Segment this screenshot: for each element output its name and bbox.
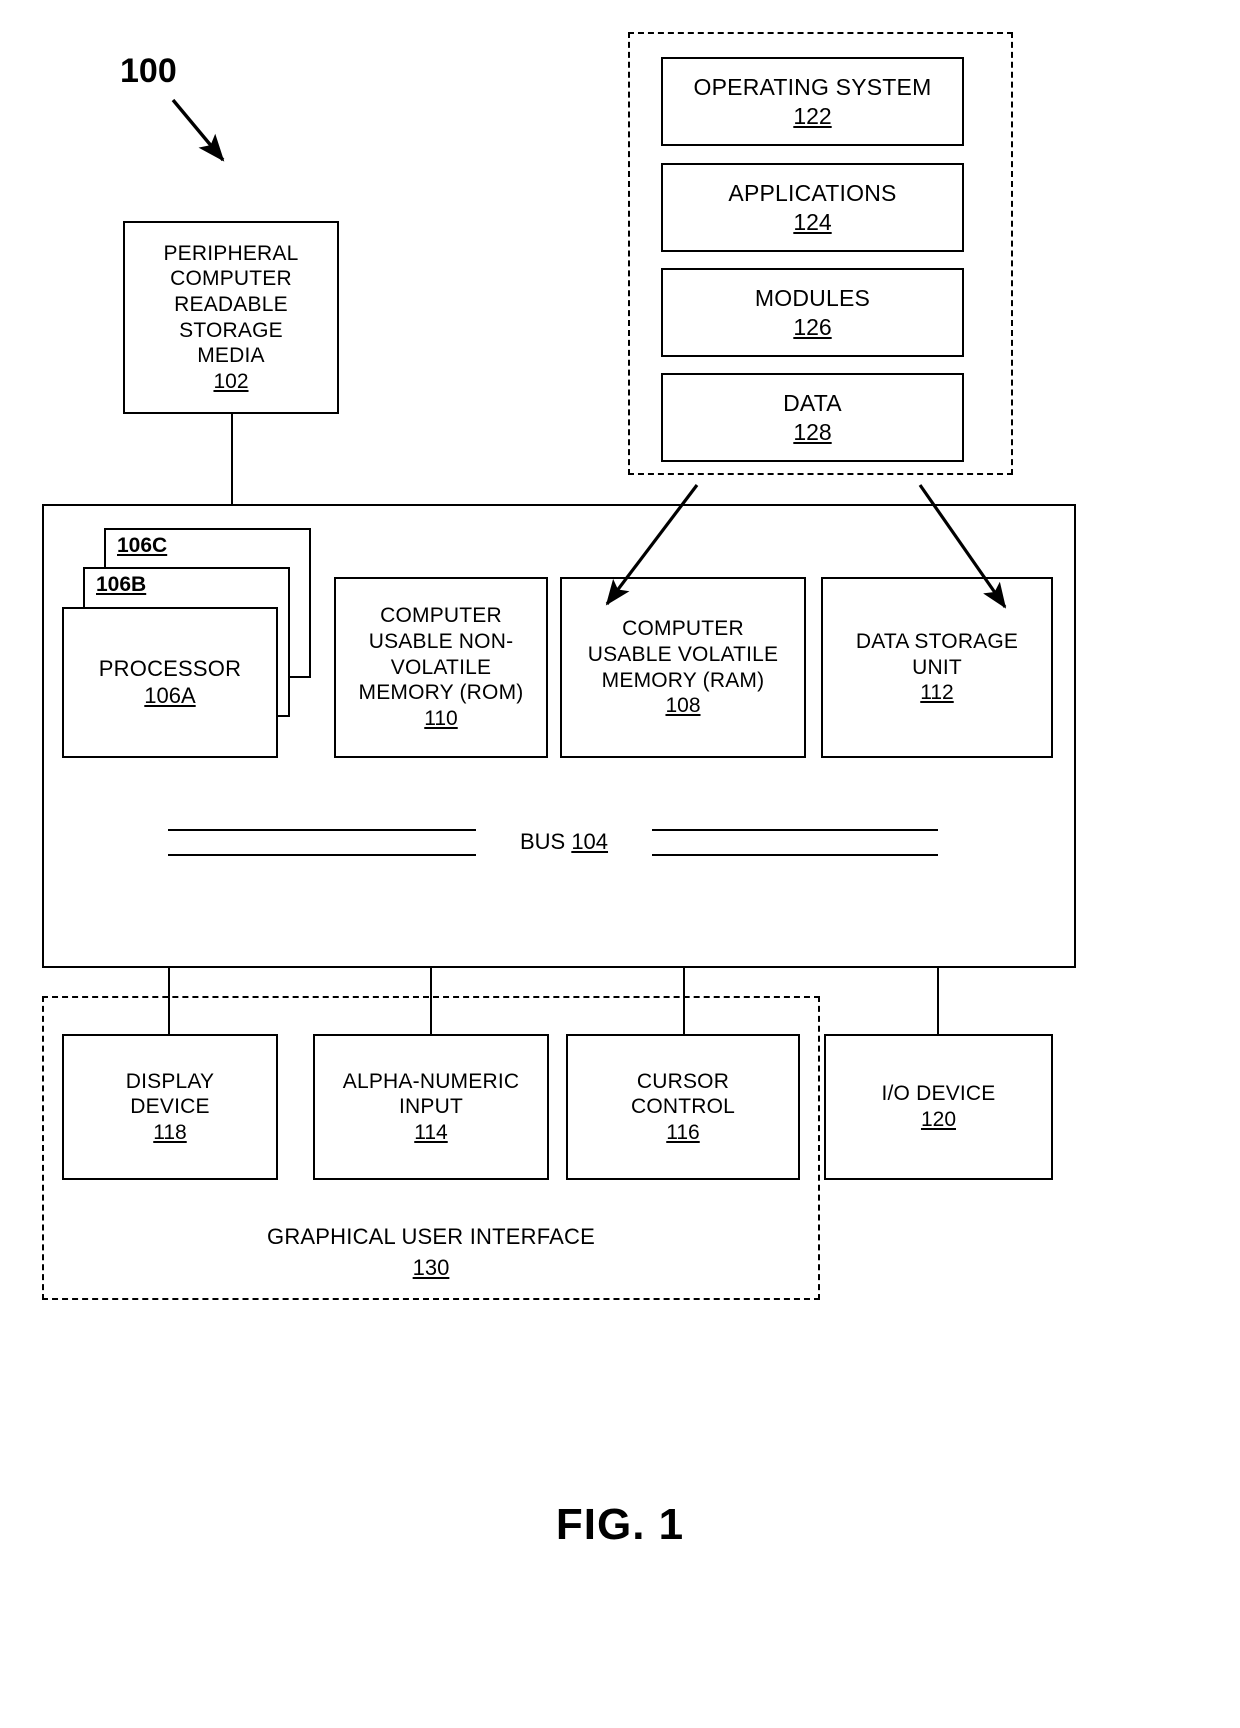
applications-label: APPLICATIONS — [728, 180, 897, 207]
applications-ref: 124 — [793, 208, 832, 235]
ram-box: COMPUTER USABLE VOLATILE MEMORY (RAM) 10… — [560, 577, 806, 758]
modules-box: MODULES 126 — [661, 268, 964, 357]
data-box: DATA 128 — [661, 373, 964, 462]
processor-ref: 106A — [144, 682, 196, 708]
patent-figure-1: 100 OPERATING SYSTEM 122 APPLICATIONS 12… — [0, 0, 1240, 1728]
ram-ref: 108 — [665, 694, 701, 718]
operating-system-ref: 122 — [793, 102, 832, 129]
io-device-box: I/O DEVICE 120 — [824, 1034, 1053, 1180]
data-storage-unit-ref: 112 — [920, 681, 954, 705]
processor-label: PROCESSOR — [98, 655, 242, 681]
gui-label: GRAPHICAL USER INTERFACE — [267, 1224, 595, 1249]
data-storage-unit-box: DATA STORAGE UNIT 112 — [821, 577, 1053, 758]
modules-ref: 126 — [793, 313, 832, 340]
processor-106c-label: 106C — [117, 534, 168, 557]
io-device-ref: 120 — [920, 1108, 957, 1131]
operating-system-box: OPERATING SYSTEM 122 — [661, 57, 964, 146]
rom-box: COMPUTER USABLE NON- VOLATILE MEMORY (RO… — [334, 577, 548, 758]
bus-label: BUS — [519, 829, 572, 854]
display-device-label: DISPLAY DEVICE — [125, 1069, 215, 1119]
gui-ref: 130 — [412, 1254, 450, 1280]
rom-ref: 110 — [424, 706, 458, 730]
system-tag-arrow — [171, 98, 225, 162]
processor-106b-label: 106B — [96, 573, 147, 596]
display-device-box: DISPLAY DEVICE 118 — [62, 1034, 278, 1180]
data-label: DATA — [783, 390, 842, 417]
cursor-control-ref: 116 — [666, 1120, 700, 1144]
data-ref: 128 — [793, 418, 832, 445]
bus-ref: 104 — [571, 829, 609, 854]
processor-box-106a: PROCESSOR 106A — [62, 607, 278, 758]
modules-label: MODULES — [754, 285, 871, 312]
connector-peripheral-to-container — [231, 413, 233, 506]
figure-caption: FIG. 1 — [555, 1500, 685, 1549]
alpha-numeric-input-box: ALPHA-NUMERIC INPUT 114 — [313, 1034, 549, 1180]
data-storage-unit-label: DATA STORAGE UNIT — [855, 630, 1019, 679]
cursor-control-label: CURSOR CONTROL — [630, 1069, 736, 1119]
io-device-label: I/O DEVICE — [881, 1082, 996, 1106]
display-device-ref: 118 — [153, 1120, 187, 1144]
system-reference-tag-100: 100 — [120, 52, 177, 90]
operating-system-label: OPERATING SYSTEM — [693, 74, 932, 101]
peripheral-storage-media-ref: 102 — [213, 369, 249, 393]
rom-label: COMPUTER USABLE NON- VOLATILE MEMORY (RO… — [358, 604, 524, 705]
peripheral-storage-media-box: PERIPHERAL COMPUTER READABLE STORAGE MED… — [123, 221, 339, 414]
peripheral-storage-media-label: PERIPHERAL COMPUTER READABLE STORAGE MED… — [163, 241, 299, 368]
alpha-numeric-input-ref: 114 — [414, 1120, 448, 1144]
alpha-numeric-input-label: ALPHA-NUMERIC INPUT — [342, 1069, 520, 1119]
cursor-control-box: CURSOR CONTROL 116 — [566, 1034, 800, 1180]
ram-label: COMPUTER USABLE VOLATILE MEMORY (RAM) — [587, 617, 779, 692]
applications-box: APPLICATIONS 124 — [661, 163, 964, 252]
bus-label-wrap: BUS 104 — [476, 825, 652, 859]
gui-caption: GRAPHICAL USER INTERFACE 130 — [42, 1222, 820, 1284]
